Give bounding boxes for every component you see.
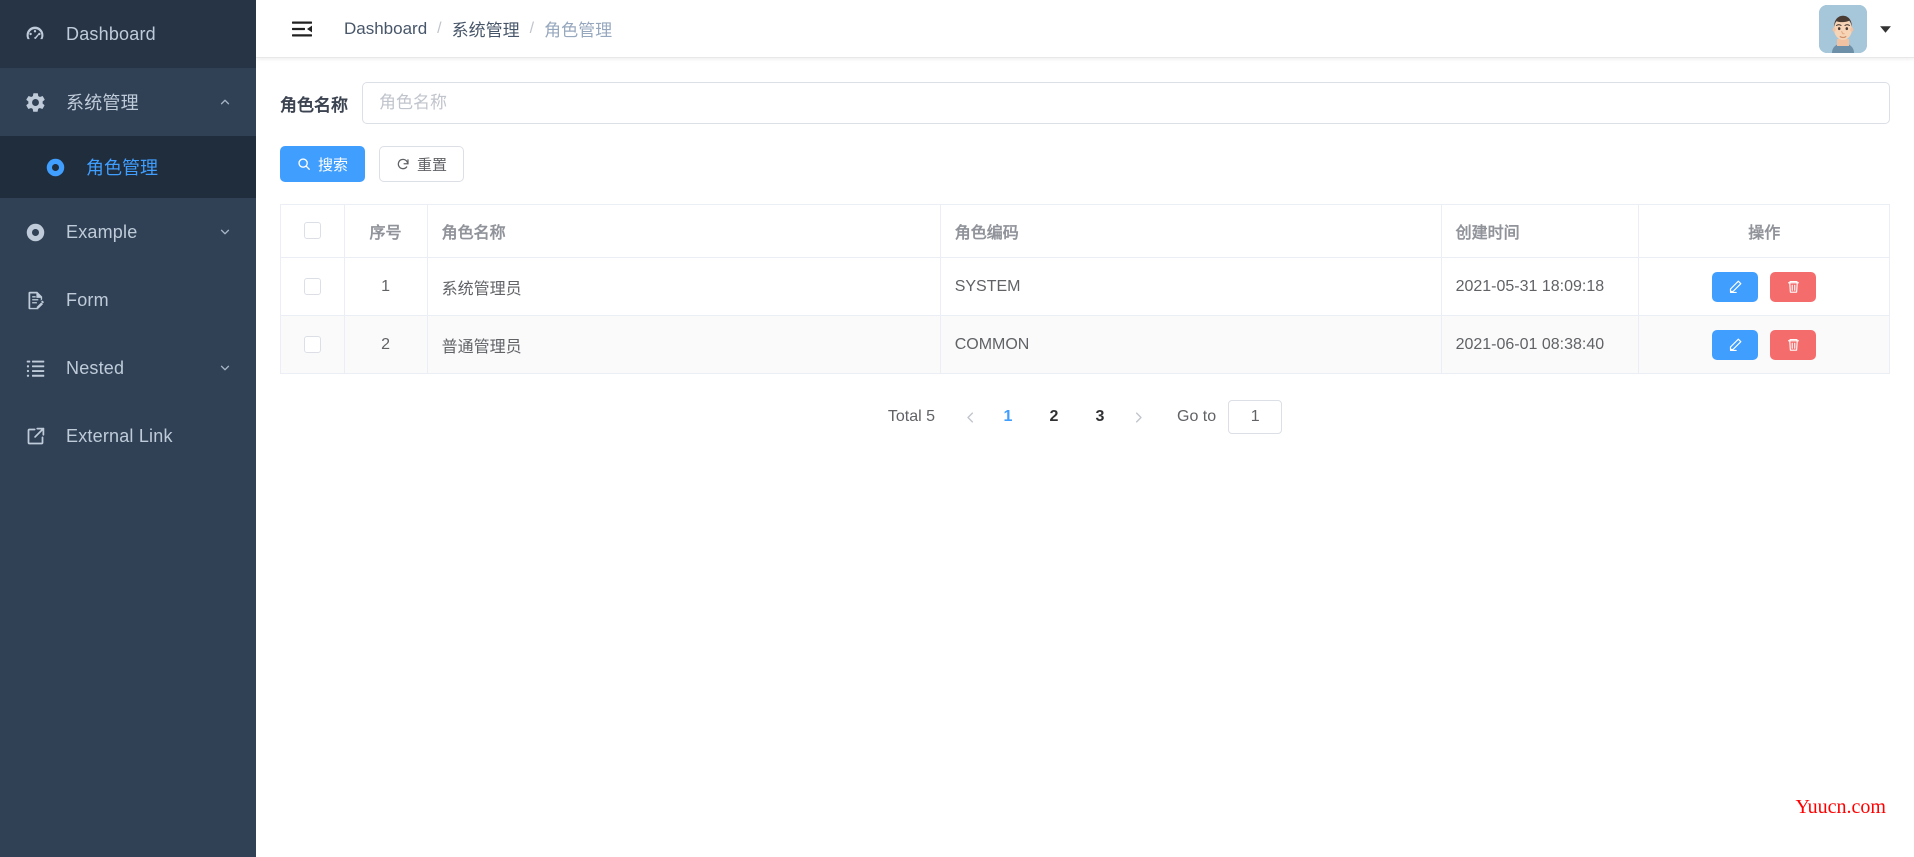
- pagination-jumper: Go to: [1177, 400, 1283, 434]
- pagination-prev-button[interactable]: [955, 402, 985, 432]
- role-name-label: 角色名称: [280, 95, 348, 115]
- navbar: Dashboard / 系统管理 / 角色管理: [256, 0, 1914, 58]
- reset-button-label: 重置: [417, 156, 448, 174]
- row-name: 普通管理员: [427, 315, 941, 374]
- sidebar-item-nested[interactable]: Nested: [0, 334, 256, 402]
- target-icon: [22, 219, 48, 245]
- reset-button[interactable]: 重置: [379, 146, 465, 182]
- roles-table: 序号 角色名称 角色编码 创建时间 操作 1 系统管理员 SYSTEM 2021…: [280, 204, 1890, 374]
- filter-form: 角色名称: [280, 82, 1890, 124]
- chevron-down-icon: [218, 225, 232, 239]
- row-index: 2: [344, 315, 428, 374]
- edit-row-button[interactable]: [1712, 329, 1759, 360]
- pagination-goto-label: Go to: [1177, 408, 1217, 425]
- table-header-code: 角色编码: [940, 204, 1442, 258]
- table-header-select-all: [280, 204, 345, 258]
- breadcrumb-item-system-management[interactable]: 系统管理: [452, 16, 520, 41]
- sidebar-item-label: External Link: [66, 425, 173, 446]
- target-icon: [42, 154, 68, 180]
- row-index: 1: [344, 257, 428, 316]
- row-checkbox[interactable]: [303, 335, 321, 353]
- row-created: 2021-06-01 08:38:40: [1441, 315, 1640, 374]
- pagination-goto-input[interactable]: [1228, 400, 1283, 434]
- table-row[interactable]: 1 系统管理员 SYSTEM 2021-05-31 18:09:18: [280, 257, 1890, 316]
- table-header-name: 角色名称: [427, 204, 941, 258]
- chevron-up-icon: [218, 95, 232, 109]
- main-area: Dashboard / 系统管理 / 角色管理 角色名称 角色名称 搜索 重置 …: [256, 0, 1914, 857]
- search-icon: [297, 157, 311, 171]
- refresh-icon: [396, 157, 410, 171]
- table-head: 序号 角色名称 角色编码 创建时间 操作: [280, 204, 1890, 258]
- sidebar-item-label: Form: [66, 289, 109, 310]
- pagination-page-3[interactable]: 3: [1084, 402, 1116, 432]
- pagination-page-2[interactable]: 2: [1038, 402, 1070, 432]
- search-button[interactable]: 搜索: [280, 146, 366, 182]
- table-body: 1 系统管理员 SYSTEM 2021-05-31 18:09:18 2 普通管…: [280, 257, 1890, 374]
- sidebar-item-label: Dashboard: [66, 23, 156, 44]
- row-code: SYSTEM: [940, 257, 1442, 316]
- row-checkbox-cell: [280, 257, 345, 316]
- sidebar-item-dashboard[interactable]: Dashboard: [0, 0, 256, 68]
- table-header-created: 创建时间: [1441, 204, 1640, 258]
- sidebar-item-system-management[interactable]: 系统管理: [0, 68, 256, 136]
- dashboard-icon: [22, 21, 48, 47]
- row-actions: [1638, 315, 1890, 374]
- table-header-actions: 操作: [1638, 204, 1890, 258]
- delete-row-button[interactable]: [1770, 329, 1817, 360]
- row-actions: [1638, 257, 1890, 316]
- breadcrumb-separator: /: [529, 19, 535, 37]
- select-all-checkbox[interactable]: [303, 222, 321, 240]
- sidebar-item-label: Nested: [66, 357, 125, 378]
- row-created: 2021-05-31 18:09:18: [1441, 257, 1640, 316]
- pagination-next-button[interactable]: [1123, 402, 1153, 432]
- edit-row-button[interactable]: [1712, 271, 1759, 302]
- caret-down-icon[interactable]: [1879, 23, 1892, 36]
- sidebar-item-label: 系统管理: [66, 93, 139, 113]
- row-checkbox[interactable]: [303, 277, 321, 295]
- external-link-icon: [22, 423, 48, 449]
- breadcrumb: Dashboard / 系统管理 / 角色管理: [344, 16, 612, 41]
- nested-list-icon: [22, 355, 48, 381]
- user-menu[interactable]: [1819, 0, 1892, 58]
- page-content: 角色名称 搜索 重置: [256, 58, 1914, 434]
- app-root: Dashboard 系统管理 角色管理 Example Form Nested …: [0, 0, 1914, 857]
- sidebar-item-label: Example: [66, 221, 138, 242]
- pagination-page-1[interactable]: 1: [992, 402, 1024, 432]
- pagination: Total 5 1 2 3 Go to: [280, 400, 1890, 434]
- sidebar-item-external-link[interactable]: External Link: [0, 402, 256, 470]
- delete-row-button[interactable]: [1770, 271, 1817, 302]
- pagination-total: Total 5: [887, 408, 935, 425]
- sidebar-item-role-management[interactable]: 角色管理: [0, 136, 256, 198]
- breadcrumb-item-dashboard[interactable]: Dashboard: [344, 19, 427, 39]
- watermark: Yuucn.com: [1795, 796, 1886, 818]
- table-header-index: 序号: [344, 204, 428, 258]
- row-code: COMMON: [940, 315, 1442, 374]
- row-checkbox-cell: [280, 315, 345, 374]
- avatar[interactable]: [1819, 5, 1867, 53]
- chevron-down-icon: [218, 361, 232, 375]
- search-button-label: 搜索: [318, 156, 349, 174]
- hamburger-collapse-icon[interactable]: [286, 13, 318, 45]
- breadcrumb-separator: /: [437, 19, 442, 37]
- role-name-input[interactable]: [362, 82, 1890, 124]
- sidebar-item-label: 角色管理: [86, 158, 158, 178]
- row-name: 系统管理员: [427, 257, 941, 316]
- sidebar-item-example[interactable]: Example: [0, 198, 256, 266]
- table-row[interactable]: 2 普通管理员 COMMON 2021-06-01 08:38:40: [280, 315, 1890, 374]
- form-icon: [22, 287, 48, 313]
- table-header-row: 序号 角色名称 角色编码 创建时间 操作: [280, 204, 1890, 258]
- filter-actions: 搜索 重置: [280, 146, 1890, 182]
- gear-icon: [22, 89, 48, 115]
- sidebar-item-form[interactable]: Form: [0, 266, 256, 334]
- breadcrumb-item-role-management: 角色管理: [544, 21, 613, 40]
- sidebar: Dashboard 系统管理 角色管理 Example Form Nested …: [0, 0, 256, 857]
